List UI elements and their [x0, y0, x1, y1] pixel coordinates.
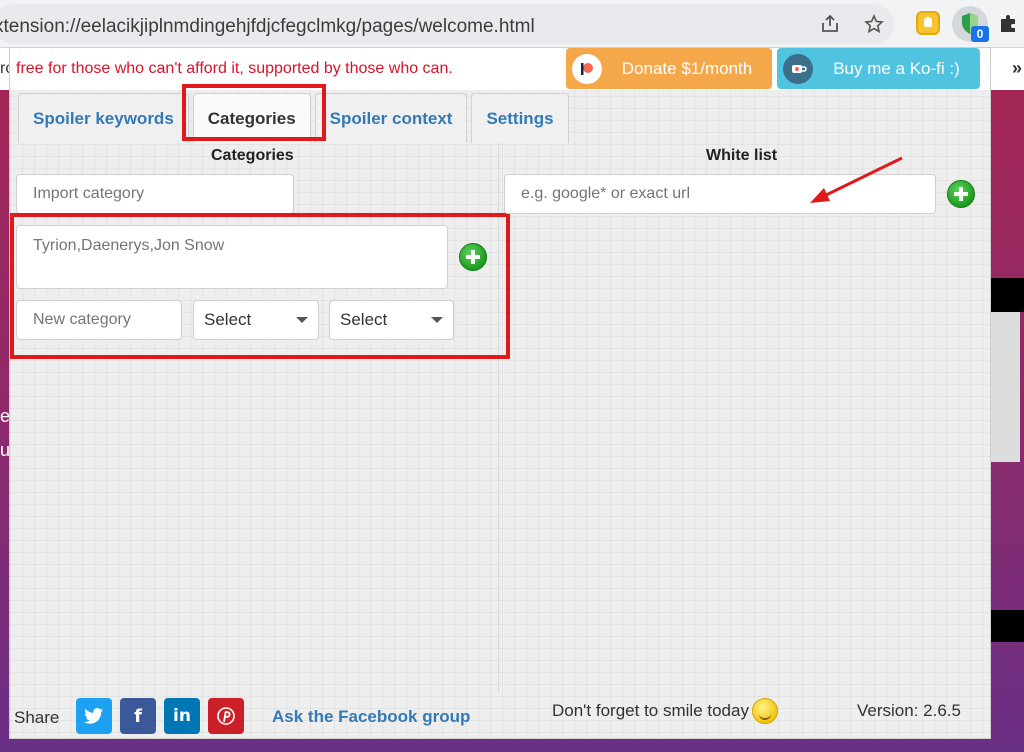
- whitelist-title: White list: [706, 147, 778, 164]
- address-bar[interactable]: xtension://eelacikjiplnmdingehjfdjcfegcl…: [0, 4, 894, 44]
- extension-lightbulb-icon[interactable]: [916, 11, 940, 35]
- tab-spoiler-keywords[interactable]: Spoiler keywords: [18, 93, 189, 143]
- browser-toolbar: xtension://eelacikjiplnmdingehjfdjcfegcl…: [0, 0, 1024, 48]
- select-1-value: Select: [204, 310, 252, 329]
- kofi-cup-icon: [783, 53, 813, 84]
- plus-icon: [466, 250, 480, 264]
- share-label: Share: [14, 708, 60, 727]
- background-block: [990, 610, 1024, 642]
- chevron-down-icon: [296, 317, 308, 323]
- patreon-icon: [572, 53, 602, 84]
- popup-header: free for those who can't afford it, supp…: [10, 48, 990, 90]
- extension-popup: free for those who can't afford it, supp…: [10, 48, 990, 738]
- facebook-share-button[interactable]: f: [120, 698, 156, 734]
- kofi-label: Buy me a Ko-fi :): [833, 58, 960, 78]
- background-text-fragment: e: [0, 406, 11, 426]
- category-keywords-input[interactable]: [16, 225, 448, 289]
- share-icon[interactable]: [818, 12, 842, 36]
- annotation-arrow-icon: [810, 156, 903, 203]
- add-whitelist-button[interactable]: [947, 180, 975, 208]
- smile-text: Don't forget to smile today: [552, 701, 749, 720]
- donate-button[interactable]: Donate $1/month: [566, 48, 772, 89]
- puzzle-icon[interactable]: [998, 12, 1020, 39]
- tab-bar: Spoiler keywords Categories Spoiler cont…: [18, 93, 573, 145]
- chevron-down-icon: [431, 317, 443, 323]
- tab-settings[interactable]: Settings: [471, 93, 569, 143]
- category-select-1[interactable]: Select: [193, 300, 319, 340]
- background-block: [990, 278, 1024, 312]
- star-icon[interactable]: [862, 12, 886, 36]
- smiley-icon: [752, 698, 778, 724]
- categories-title: Categories: [211, 147, 294, 164]
- facebook-group-link[interactable]: Ask the Facebook group: [272, 707, 470, 727]
- url-text[interactable]: xtension://eelacikjiplnmdingehjfdjcfegcl…: [0, 16, 535, 38]
- version-text: Version: 2.6.5: [857, 701, 961, 720]
- popup-footer: [10, 693, 990, 738]
- plus-icon: [954, 187, 968, 201]
- facebook-icon: f: [134, 705, 142, 727]
- overflow-chevron-icon[interactable]: »: [1012, 58, 1022, 79]
- new-category-input[interactable]: [16, 300, 182, 340]
- pinterest-icon: [217, 707, 235, 725]
- tab-spoiler-context[interactable]: Spoiler context: [314, 93, 468, 143]
- tab-categories[interactable]: Categories: [192, 93, 311, 143]
- linkedin-icon: in: [173, 706, 191, 726]
- extension-badge-count: 0: [971, 26, 989, 42]
- background-text-fragment: u: [0, 440, 11, 460]
- twitter-share-button[interactable]: [76, 698, 112, 734]
- background-thumbnail: [990, 312, 1020, 462]
- category-select-2[interactable]: Select: [329, 300, 454, 340]
- add-category-button[interactable]: [459, 243, 487, 271]
- pinterest-share-button[interactable]: [208, 698, 244, 734]
- import-category-input[interactable]: [16, 174, 294, 214]
- donate-label: Donate $1/month: [621, 58, 753, 78]
- tagline: free for those who can't afford it, supp…: [16, 60, 453, 77]
- column-divider: [498, 143, 499, 693]
- kofi-button[interactable]: Buy me a Ko-fi :): [777, 48, 980, 89]
- select-2-value: Select: [340, 310, 388, 329]
- linkedin-share-button[interactable]: in: [164, 698, 200, 734]
